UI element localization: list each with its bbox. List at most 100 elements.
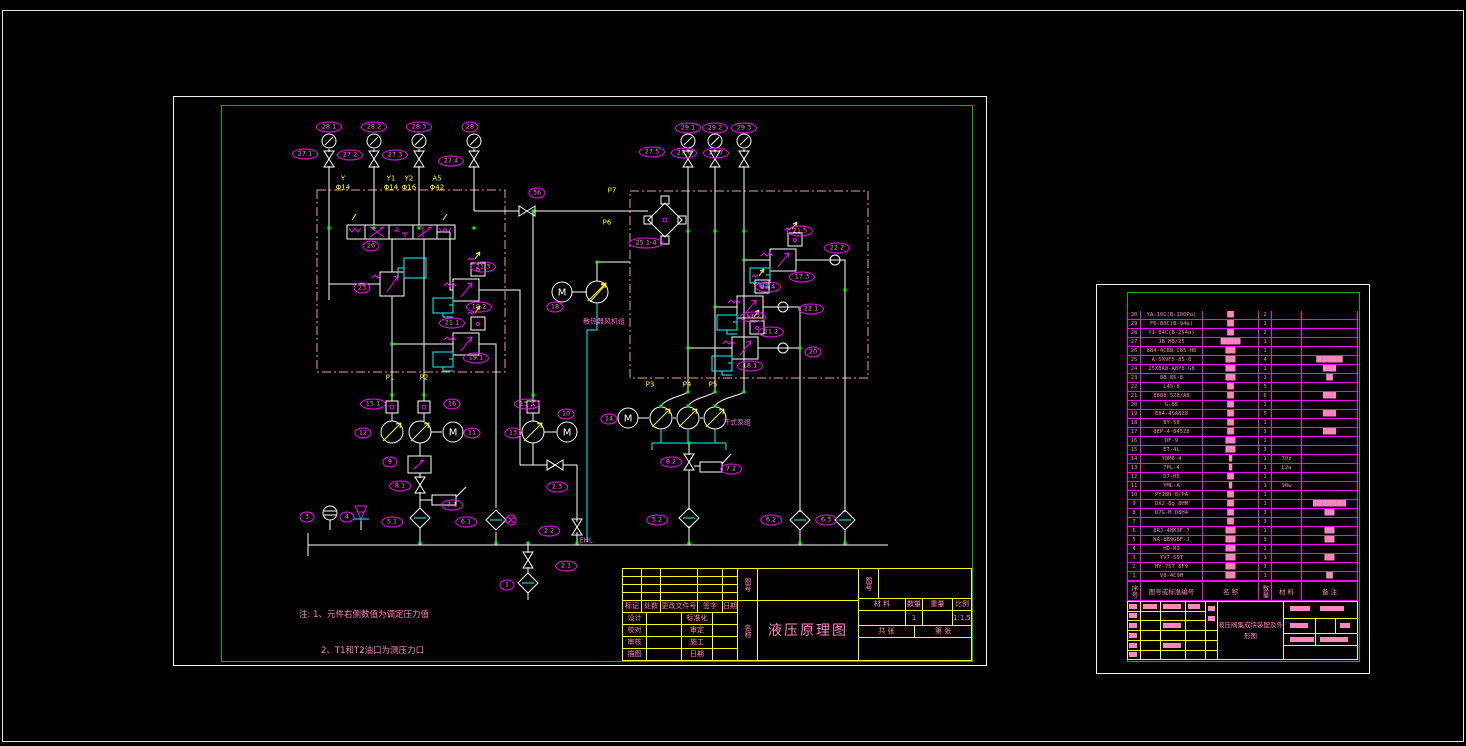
parts-cell-name: ██ (1203, 392, 1259, 400)
parts-cell-mat (1272, 446, 1302, 454)
parts-cell-mat (1272, 527, 1302, 535)
parts-cell-note (1302, 545, 1358, 553)
balloon-27.4: 27.4 (438, 155, 464, 167)
balloon-28.2: 28.2 (361, 121, 387, 133)
parts-cell-model (1141, 518, 1203, 526)
note-line-1: 注: 1、元件右侧数值为调定压力值 (299, 610, 429, 620)
parts-cell-note (1302, 311, 1358, 319)
parts-cell-mat (1272, 491, 1302, 499)
parts-cell-qty: 1 (1259, 365, 1272, 373)
balloon-9: 9 (382, 456, 398, 468)
parts-cell-note: ████ (1302, 428, 1358, 436)
parts-cell-qty: 1 (1259, 527, 1272, 535)
parts-cell-note (1302, 455, 1358, 463)
titleblock-text-block (1163, 604, 1181, 609)
titleblock-text-block (1320, 637, 1348, 642)
parts-cell-no: 9 (1127, 500, 1141, 508)
titleblock-text-block (1129, 643, 1137, 648)
parts-cell-note (1302, 437, 1358, 445)
parts-cell-model: E84-45A8Z8 (1141, 410, 1203, 418)
group-label: 开式泵组 (723, 418, 751, 427)
parts-cell-name: ███ (1203, 563, 1259, 571)
parts-cell-note: ███ (1302, 527, 1358, 535)
parts-cell-model: Y1-84C(B-254a) (1141, 329, 1203, 337)
port-label: Φ42 (429, 183, 445, 192)
parts-cell-name: ██ (1203, 509, 1259, 517)
titleblock-text-block (1163, 623, 1181, 628)
parts-row: 7 ██ 3 (1127, 518, 1358, 527)
parts-cell-note (1302, 347, 1358, 355)
parts-cell-name: ███ (1203, 437, 1259, 445)
port-label: P7 (607, 186, 617, 195)
parts-cell-model: A-5X9F5-85-8 (1141, 356, 1203, 364)
balloon-7.1: 7.1 (441, 499, 463, 511)
parts-cell-mat (1272, 554, 1302, 562)
parts-cell-no: 15 (1127, 446, 1141, 454)
parts-cell-note: ██████████ (1302, 500, 1358, 508)
titleblock-text-block (1129, 652, 1137, 657)
parts-row: 8 D7G-M D8H4 ██ 3 ███ (1127, 509, 1358, 518)
parts-cell-name: ███ (1203, 347, 1259, 355)
group-label: 散热器风机组 (583, 317, 625, 326)
parts-cell-mat (1272, 365, 1302, 373)
parts-cell-model: 8B4-4C8B-C85-H8 (1141, 347, 1203, 355)
parts-cell-model: JB H8/25 (1141, 338, 1203, 346)
shutoff-valves (323, 150, 750, 569)
parts-cell-note (1302, 482, 1358, 490)
port-label: P6 (602, 218, 612, 227)
parts-cell-mat (1272, 311, 1302, 319)
parts-cell-qty: 1 (1259, 374, 1272, 382)
parts-cell-no: 29 (1127, 320, 1141, 328)
parts-cell-note: ████ (1302, 410, 1358, 418)
parts-cell-no: 13 (1127, 464, 1141, 472)
parts-row: 29 F6-80C(B-94a) ██ 1 (1127, 320, 1358, 329)
parts-cell-note (1302, 464, 1358, 472)
parts-cell-mat (1272, 572, 1302, 580)
parts-cell-mat (1272, 374, 1302, 382)
parts-cell-qty: 1 (1259, 320, 1272, 328)
parts-cell-note (1302, 473, 1358, 481)
parts-cell-name: ███ (1203, 446, 1259, 454)
parts-cell-no: 24 (1127, 365, 1141, 373)
parts-cell-qty: 1 (1259, 401, 1272, 409)
parts-cell-model: 8B-85-8 (1141, 374, 1203, 382)
parts-row: 13 7PL-4 █ 1 L2a (1127, 464, 1358, 473)
parts-cell-model: F6-80C(B-94a) (1141, 320, 1203, 328)
balloon-21.3: 21.3 (470, 261, 496, 273)
balloon-21.4: 21.4 (755, 281, 781, 293)
port-label: P2 (419, 373, 429, 382)
parts-cell-no: 17 (1127, 428, 1141, 436)
parts-cell-no: 18 (1127, 419, 1141, 427)
parts-header-model: 图号或标准编号 (1141, 582, 1203, 600)
parts-cell-qty: 3 (1259, 509, 1272, 517)
parts-cell-name: █ (1203, 455, 1259, 463)
parts-cell-model: ET-4L (1141, 446, 1203, 454)
parts-cell-note: ██ (1302, 374, 1358, 382)
balloon-5.2: 5.2 (646, 514, 668, 526)
right-sheet-title: 液压阀集成块装配及外形图 (1218, 621, 1283, 640)
parts-cell-no: 27 (1127, 338, 1141, 346)
parts-cell-no: 22 (1127, 383, 1141, 391)
parts-cell-model: 8EP-4-845Z8 (1141, 428, 1203, 436)
directional-valve (346, 213, 456, 240)
titleblock-text-block (1208, 606, 1215, 611)
balloon-27.6: 27.6 (671, 147, 697, 159)
titleblock-text-block (1340, 623, 1350, 628)
parts-cell-qty: 1 (1259, 491, 1272, 499)
parts-cell-qty: 6 (1259, 392, 1272, 400)
parts-cell-qty: 1 (1259, 554, 1272, 562)
port-label: Y1 (386, 174, 396, 183)
balloon-19.2: 19.2 (466, 301, 492, 313)
parts-cell-qty: 1 (1259, 500, 1272, 508)
parts-row: 2 HY-75T 8F9 ███ 3 (1127, 563, 1358, 572)
parts-cell-mat (1272, 419, 1302, 427)
cad-canvas: M (0, 0, 1466, 746)
balloon-3: 3 (299, 511, 315, 523)
balloon-28.3: 28.3 (406, 121, 432, 133)
balloon-29.1: 29.1 (675, 122, 701, 134)
parts-cell-name: ██ (1203, 401, 1259, 409)
balloon-25.1-4: 25.1-4 (628, 237, 664, 249)
balloon-29.3: 29.3 (731, 122, 757, 134)
row-date: 日期 (681, 648, 713, 661)
balloon-19.1: 19.1 (463, 352, 489, 364)
